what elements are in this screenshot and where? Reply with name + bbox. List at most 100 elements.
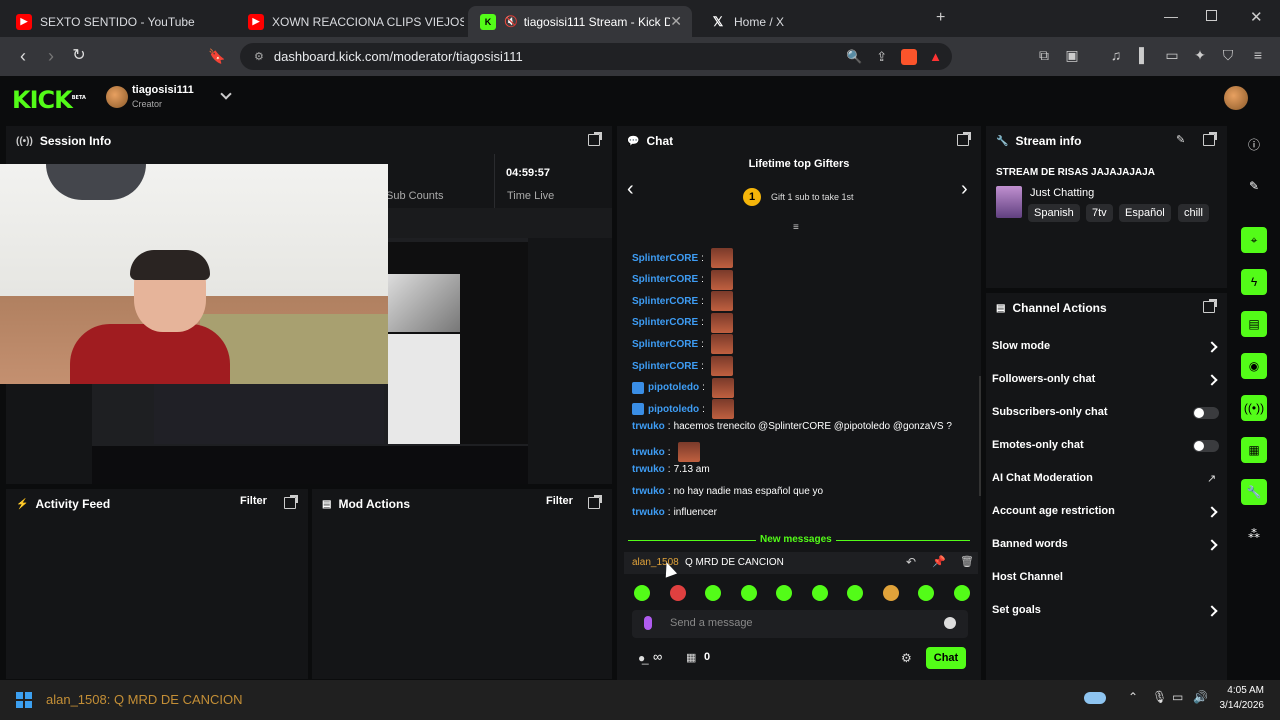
browser-tab[interactable]: ▶ SEXTO SENTIDO - YouTube: [4, 6, 228, 37]
chat-message[interactable]: SplinterCORE:: [632, 356, 733, 376]
quick-emote[interactable]: [634, 585, 650, 601]
extensions-icon[interactable]: ⧉: [1034, 45, 1054, 65]
channel-action-item[interactable]: Slow mode: [992, 340, 1050, 352]
chat-username[interactable]: pipotoledo: [648, 382, 699, 393]
kick-logo[interactable]: KICKBETA: [12, 86, 86, 114]
chat-message[interactable]: pipotoledo:: [632, 377, 734, 398]
reply-icon[interactable]: ↶: [906, 555, 916, 569]
chat-username[interactable]: SplinterCORE: [632, 361, 698, 372]
popout-icon[interactable]: [1203, 299, 1217, 313]
network-icon[interactable]: ▭: [1172, 690, 1183, 704]
category-name[interactable]: Just Chatting: [1030, 187, 1094, 199]
external-link-icon[interactable]: ↗: [1207, 472, 1216, 485]
close-window-icon[interactable]: ✕: [1250, 8, 1263, 26]
microphone-icon[interactable]: [644, 616, 652, 630]
windows-start-icon[interactable]: [16, 692, 32, 708]
close-tab-icon[interactable]: ✕: [670, 13, 682, 30]
category-thumbnail[interactable]: [996, 186, 1022, 218]
muted-speaker-icon[interactable]: 🔇: [504, 15, 518, 28]
chat-username[interactable]: trwuko: [632, 464, 665, 475]
address-bar[interactable]: ⚙ dashboard.kick.com/moderator/tiagosisi…: [240, 43, 952, 70]
vpn-icon[interactable]: ⛉: [1218, 45, 1238, 65]
brave-shield-icon[interactable]: [901, 48, 918, 65]
pin-icon[interactable]: 📌: [932, 555, 946, 568]
popout-icon[interactable]: [957, 132, 971, 146]
stream-tag[interactable]: chill: [1178, 204, 1209, 222]
chat-username[interactable]: SplinterCORE: [632, 317, 698, 328]
new-tab-icon[interactable]: +: [936, 9, 945, 27]
reload-icon[interactable]: ↻: [68, 45, 90, 67]
chat-emote[interactable]: [710, 356, 733, 376]
chat-message[interactable]: trwuko:7.13 am: [632, 464, 710, 475]
chat-message[interactable]: trwuko: hacemos trenecito @SplinterCORE @…: [632, 421, 952, 432]
sidebar-panel-icon[interactable]: ▣: [1062, 45, 1082, 65]
zoom-icon[interactable]: 🔍: [846, 49, 862, 65]
chat-message[interactable]: SplinterCORE:: [632, 291, 733, 312]
channel-avatar[interactable]: [106, 86, 128, 108]
chat-username[interactable]: SplinterCORE: [632, 253, 698, 264]
clock-date[interactable]: 3/14/2026: [1206, 700, 1265, 711]
chevron-right-icon[interactable]: ›: [961, 178, 968, 201]
toggle-switch[interactable]: [1193, 407, 1219, 419]
channel-action-item[interactable]: Set goals: [992, 604, 1041, 616]
layout-icon[interactable]: ▦: [1241, 437, 1267, 463]
minimize-icon[interactable]: —: [1164, 8, 1178, 24]
chevron-left-icon[interactable]: ‹: [627, 178, 634, 201]
channel-name[interactable]: tiagosisi111: [132, 84, 194, 96]
quick-emote[interactable]: [811, 585, 828, 601]
quick-emote[interactable]: [847, 585, 864, 601]
chat-message-hovered[interactable]: alan_1508 Q MRD DE CANCION ↶ 📌 🗑: [624, 552, 978, 574]
chevron-up-icon[interactable]: ⌃: [1128, 690, 1138, 704]
chat-emote[interactable]: [677, 442, 700, 463]
channel-action-item[interactable]: Subscribers-only chat: [992, 406, 1108, 418]
pinned-toggle-icon[interactable]: ≡: [793, 222, 799, 233]
channel-action-item[interactable]: Followers-only chat: [992, 373, 1095, 385]
quick-emote[interactable]: [882, 585, 899, 601]
chat-input[interactable]: Send a message: [632, 610, 968, 638]
chat-message[interactable]: trwuko: no hay nadie mas español que yo: [632, 486, 823, 497]
stream-tag[interactable]: 7tv: [1086, 204, 1113, 222]
chat-username[interactable]: SplinterCORE: [632, 296, 698, 307]
chat-emote[interactable]: [710, 269, 733, 290]
chat-icon[interactable]: ◉: [1241, 353, 1267, 379]
media-icon[interactable]: ♫: [1106, 45, 1126, 65]
filter-button[interactable]: Filter: [240, 495, 267, 507]
chat-username[interactable]: pipotoledo: [648, 404, 699, 415]
browser-tab[interactable]: 𝕏 Home / X: [698, 6, 922, 37]
stream-tag[interactable]: Spanish: [1028, 204, 1080, 222]
quick-emote[interactable]: [918, 585, 935, 601]
popout-icon[interactable]: [284, 495, 298, 509]
browser-tab[interactable]: ▶ XOWN REACCIONA CLIPS VIEJOS de: [236, 6, 464, 37]
popout-icon[interactable]: [1203, 132, 1217, 146]
sidebar-icon[interactable]: ▌: [1134, 45, 1154, 65]
chat-message[interactable]: pipotoledo:: [632, 399, 734, 420]
chat-username[interactable]: SplinterCORE: [632, 274, 698, 285]
restore-icon[interactable]: [1206, 10, 1217, 21]
toggle-switch[interactable]: [1193, 440, 1219, 452]
chat-username[interactable]: SplinterCORE: [632, 339, 698, 350]
forward-icon[interactable]: ›: [40, 45, 62, 67]
chat-emote[interactable]: [710, 334, 733, 355]
chat-emote[interactable]: [710, 248, 733, 268]
microphone-tray-icon[interactable]: 🎙: [1152, 690, 1167, 704]
chat-username[interactable]: trwuko: [632, 447, 665, 458]
users-icon[interactable]: ⁂: [1241, 521, 1267, 547]
quick-emote[interactable]: [953, 585, 970, 601]
wrench-icon[interactable]: 🔧: [1241, 479, 1267, 505]
popout-icon[interactable]: [588, 132, 602, 146]
send-chat-button[interactable]: Chat: [926, 647, 966, 669]
channel-action-item[interactable]: Banned words: [992, 538, 1068, 550]
quick-emote[interactable]: [740, 585, 757, 601]
stream-tag[interactable]: Español: [1119, 204, 1171, 222]
chat-message[interactable]: SplinterCORE:: [632, 334, 733, 355]
chat-scrollbar[interactable]: [979, 376, 981, 496]
lightning-icon[interactable]: ϟ: [1241, 269, 1267, 295]
chat-emote[interactable]: [710, 312, 733, 333]
chat-message[interactable]: SplinterCORE:: [632, 312, 733, 333]
filter-button[interactable]: Filter: [546, 495, 573, 507]
share-icon[interactable]: ⇪: [876, 49, 887, 65]
leo-ai-icon[interactable]: ✦: [1190, 45, 1210, 65]
chat-message[interactable]: trwuko: influencer: [632, 507, 717, 518]
channel-action-item[interactable]: Emotes-only chat: [992, 439, 1084, 451]
emoji-picker-icon[interactable]: [944, 617, 956, 629]
